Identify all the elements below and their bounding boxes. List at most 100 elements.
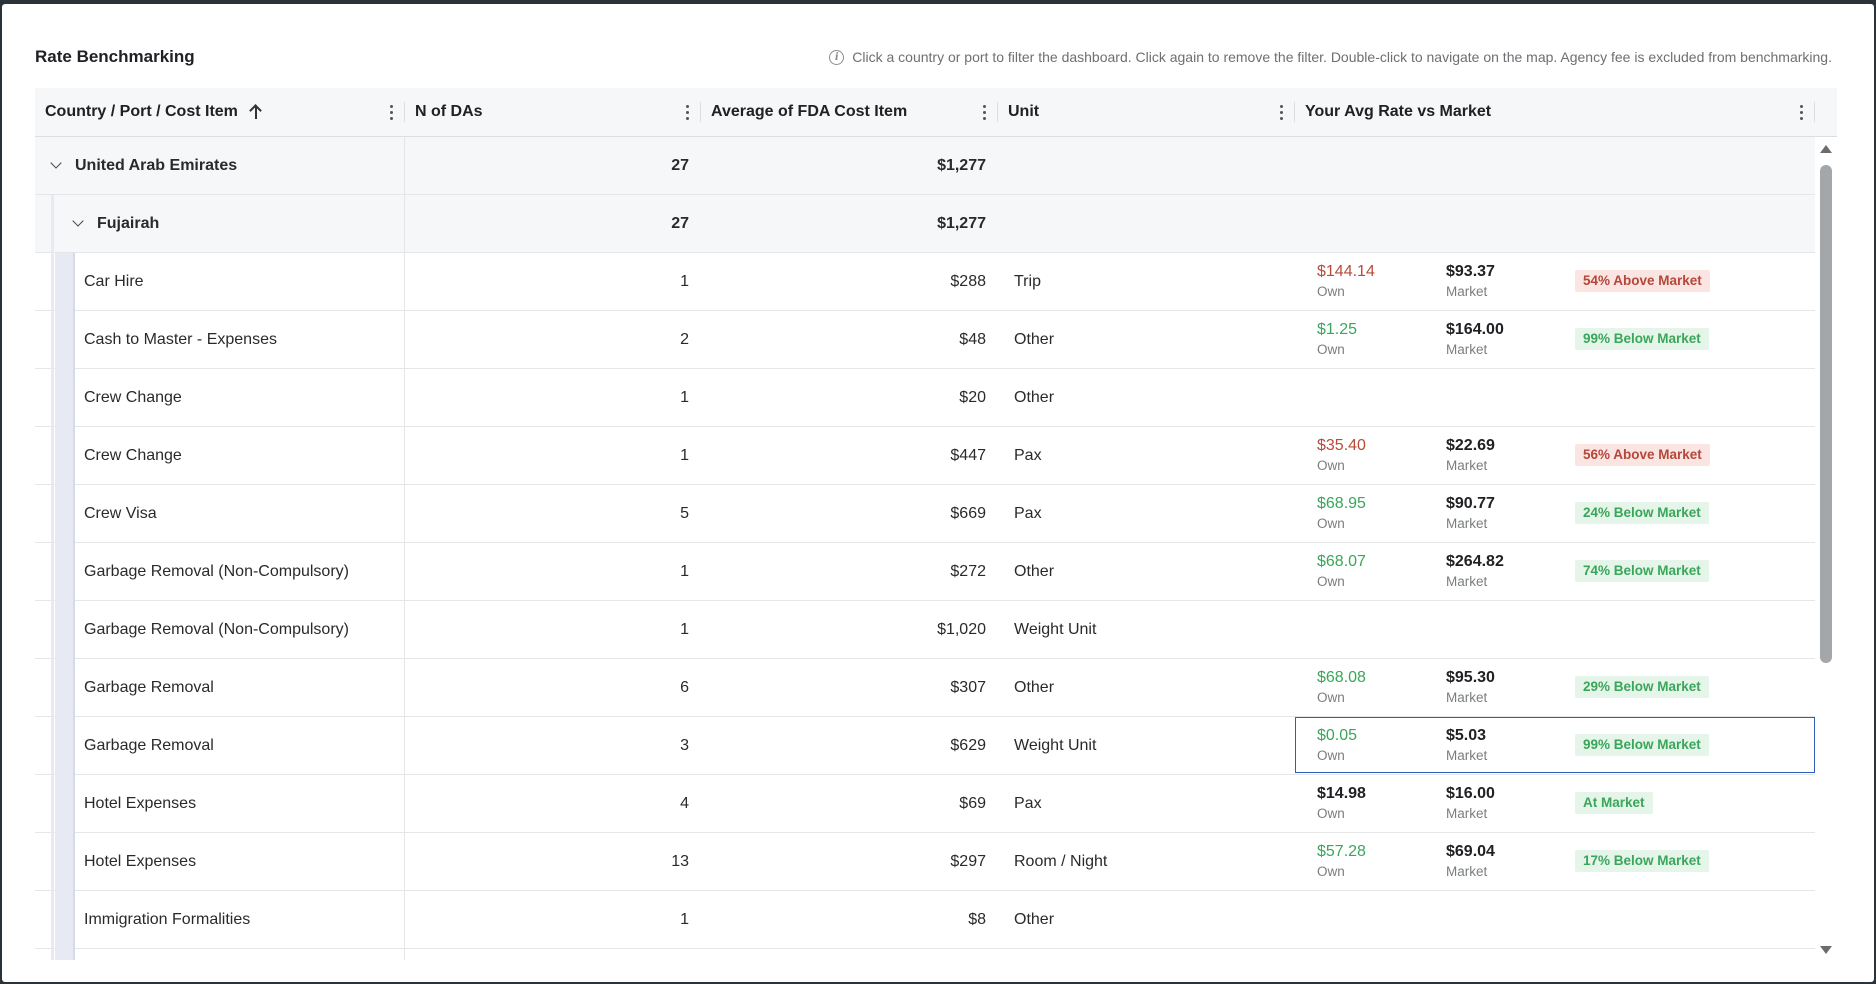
own-rate: $57.28 Own xyxy=(1317,842,1366,882)
unit-cell: Weight Unit xyxy=(1014,620,1097,638)
own-rate-value: $144.14 xyxy=(1317,263,1375,280)
cost-item-row[interactable]: Crew Visa 5 $669 Pax $68.95 Own $90.77 Market 24… xyxy=(35,485,1815,543)
avg-cell: $20 xyxy=(959,388,986,406)
cost-item-cell: Crew Change xyxy=(35,369,405,427)
cost-item-name: Garbage Removal xyxy=(84,736,214,754)
cost-item-row[interactable]: Crew Change 1 $447 Pax $35.40 Own $22.69 Market… xyxy=(35,427,1815,485)
column-menu-icon[interactable] xyxy=(679,102,695,122)
rate-vs-market-cell[interactable]: $144.14 Own $93.37 Market 54% Above Market xyxy=(1295,253,1815,310)
column-menu-icon[interactable] xyxy=(1273,102,1289,122)
cost-item-row[interactable]: Car Hire 1 $288 Trip $144.14 Own $93.37 Market 5… xyxy=(35,253,1815,311)
scrollbar-thumb[interactable] xyxy=(1820,165,1832,663)
chevron-down-icon[interactable] xyxy=(50,157,62,169)
column-header-n-of-das[interactable]: N of DAs xyxy=(405,88,701,136)
avg-cell: $629 xyxy=(950,736,986,754)
count-cell: 6 xyxy=(680,678,689,696)
avg-cell: $1,277 xyxy=(937,156,986,174)
unit-cell: Pax xyxy=(1014,504,1042,522)
avg-cell: $288 xyxy=(950,272,986,290)
column-header-average-fda[interactable]: Average of FDA Cost Item xyxy=(701,88,998,136)
rate-vs-market-cell[interactable] xyxy=(1295,369,1815,426)
market-rate: $16.00 Market xyxy=(1446,784,1495,824)
unit-cell: Trip xyxy=(1014,272,1041,290)
rate-vs-market-cell[interactable]: $35.40 Own $22.69 Market 56% Above Market xyxy=(1295,427,1815,484)
indent-guide xyxy=(55,833,75,891)
cost-item-row[interactable]: Crew Change 1 $20 Other xyxy=(35,369,1815,427)
arrow-up-icon[interactable] xyxy=(250,104,262,120)
indent-guide xyxy=(51,543,54,601)
unit-cell: Pax xyxy=(1014,794,1042,812)
country-row[interactable]: United Arab Emirates 27 $1,277 xyxy=(35,137,1815,195)
market-label: Market xyxy=(1446,574,1488,589)
own-rate: $68.95 Own xyxy=(1317,494,1366,534)
indent-guide xyxy=(55,659,75,717)
count-cell: 1 xyxy=(680,620,689,638)
avg-cell: $8 xyxy=(968,910,986,928)
rate-vs-market-cell[interactable]: $14.98 Own $16.00 Market At Market xyxy=(1295,775,1815,832)
column-header-rate-vs-market[interactable]: Your Avg Rate vs Market xyxy=(1295,88,1815,136)
cost-item-cell: Cash to Master - Expenses xyxy=(35,311,405,369)
selected-cell-outline xyxy=(1295,717,1815,773)
rate-vs-market-cell[interactable]: $68.08 Own $95.30 Market 29% Below Market xyxy=(1295,659,1815,716)
cost-item-name: Garbage Removal (Non-Compulsory) xyxy=(84,562,349,580)
market-rate-value: $20.55 xyxy=(1446,959,1495,960)
column-menu-icon[interactable] xyxy=(976,102,992,122)
cost-item-row[interactable]: Hotel Expenses 13 $297 Room / Night $57.28 Ow… xyxy=(35,833,1815,891)
panel-header: Rate Benchmarking i Click a country or p… xyxy=(35,44,1832,70)
cost-item-row[interactable]: Immigration Formalities 1 $8 Other xyxy=(35,891,1815,949)
rate-vs-market-cell[interactable]: $1.25 Own $164.00 Market 99% Below Market xyxy=(1295,311,1815,368)
own-rate-value: $68.07 xyxy=(1317,553,1366,570)
count-cell: 2 xyxy=(680,330,689,348)
column-header-cost-item[interactable]: Country / Port / Cost Item xyxy=(35,88,405,136)
cost-item-row[interactable]: Cash to Master - Expenses 2 $48 Other $1.25 O… xyxy=(35,311,1815,369)
cost-item-cell: Garbage Removal (Non-Compulsory) xyxy=(35,543,405,601)
port-name: Fujairah xyxy=(97,214,160,232)
cost-item-cell: Immigration Formalities xyxy=(35,891,405,949)
rate-vs-market-cell[interactable]: $68.07 Own $264.82 Market 74% Below Market xyxy=(1295,543,1815,600)
market-label: Market xyxy=(1446,284,1488,299)
info-circle-icon: i xyxy=(829,49,845,65)
own-rate: $14.98 Own xyxy=(1317,784,1366,824)
rate-vs-market-cell[interactable] xyxy=(1295,601,1815,658)
port-row[interactable]: Fujairah 27 $1,277 xyxy=(35,195,1815,253)
rate-vs-market-cell[interactable]: $68.95 Own $90.77 Market 24% Below Market xyxy=(1295,485,1815,542)
market-comparison-badge: 56% Above Market xyxy=(1575,444,1710,466)
rate-vs-market-cell[interactable]: $22.69 $20.55 xyxy=(1295,949,1815,960)
panel-title: Rate Benchmarking xyxy=(35,47,195,66)
own-rate-value: $35.40 xyxy=(1317,437,1366,454)
cost-item-row[interactable]: Garbage Removal 3 $629 Weight Unit $0.05 Own $… xyxy=(35,717,1815,775)
scroll-up-icon[interactable] xyxy=(1820,145,1832,153)
indent-guide xyxy=(51,253,54,311)
cost-item-row-partial[interactable]: $22.69 $20.55 xyxy=(35,949,1815,960)
scroll-down-icon[interactable] xyxy=(1820,946,1832,954)
market-rate: $264.82 Market xyxy=(1446,552,1504,592)
column-label: Country / Port / Cost Item xyxy=(45,103,238,120)
own-rate-value: $22.69 xyxy=(1317,959,1366,960)
own-label: Own xyxy=(1317,342,1345,357)
column-separator[interactable] xyxy=(1814,102,1815,122)
rate-vs-market-cell[interactable] xyxy=(1295,891,1815,948)
column-menu-icon[interactable] xyxy=(383,102,399,122)
own-rate: $68.08 Own xyxy=(1317,668,1366,708)
group-name-cell: United Arab Emirates xyxy=(35,137,405,194)
rate-vs-market-cell[interactable]: $57.28 Own $69.04 Market 17% Below Market xyxy=(1295,833,1815,890)
vertical-scrollbar[interactable] xyxy=(1817,139,1835,960)
indent-guide xyxy=(51,485,54,543)
rate-vs-market-cell[interactable]: $0.05 Own $5.03 Market 99% Below Market xyxy=(1295,717,1815,774)
unit-cell: Room / Night xyxy=(1014,852,1108,870)
cost-item-name: Crew Change xyxy=(84,446,182,464)
indent-guide xyxy=(55,949,75,960)
chevron-down-icon[interactable] xyxy=(72,215,84,227)
cost-item-row[interactable]: Garbage Removal 6 $307 Other $68.08 Own $95.30… xyxy=(35,659,1815,717)
cost-item-name: Hotel Expenses xyxy=(84,852,197,870)
cost-item-row[interactable]: Garbage Removal (Non-Compulsory) 1 $1,020 W… xyxy=(35,601,1815,659)
column-header-unit[interactable]: Unit xyxy=(998,88,1295,136)
cost-item-row[interactable]: Garbage Removal (Non-Compulsory) 1 $272 Oth… xyxy=(35,543,1815,601)
indent-guide xyxy=(51,601,54,659)
cost-item-row[interactable]: Hotel Expenses 4 $69 Pax $14.98 Own $16.00 Mark… xyxy=(35,775,1815,833)
column-menu-icon[interactable] xyxy=(1793,102,1809,122)
own-rate-value: $57.28 xyxy=(1317,843,1366,860)
column-label: Your Avg Rate vs Market xyxy=(1305,103,1492,120)
avg-cell: $447 xyxy=(950,446,986,464)
cost-item-cell: Hotel Expenses xyxy=(35,833,405,891)
